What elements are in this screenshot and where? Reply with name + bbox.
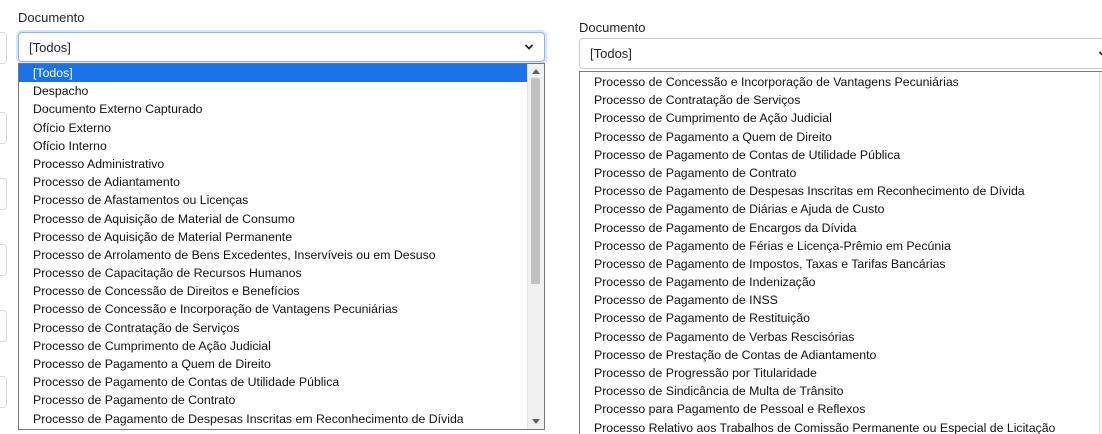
- option-item[interactable]: Processo Administrativo: [19, 155, 527, 173]
- option-item[interactable]: Processo de Progressão por Titularidade: [580, 364, 1095, 382]
- scroll-down-arrow-icon[interactable]: [532, 419, 540, 424]
- scroll-up-arrow-icon[interactable]: [532, 69, 540, 74]
- option-item[interactable]: [Todos]: [19, 64, 527, 83]
- scrollbar-thumb[interactable]: [531, 78, 540, 284]
- option-item[interactable]: Processo de Concessão de Direitos e Bene…: [19, 282, 527, 300]
- option-item[interactable]: Documento Externo Capturado: [19, 100, 527, 118]
- option-item[interactable]: Processo Relativo aos Trabalhos de Comis…: [580, 419, 1095, 434]
- option-item[interactable]: Processo de Pagamento de Contas de Utili…: [580, 146, 1095, 164]
- option-item[interactable]: Processo de Pagamento de INSS: [580, 291, 1095, 309]
- option-item[interactable]: Processo de Concessão e Incorporação de …: [580, 73, 1095, 91]
- option-item[interactable]: Processo de Aquisição de Material Perman…: [19, 228, 527, 246]
- option-item[interactable]: Processo de Pagamento de Impostos, Taxas…: [580, 255, 1095, 273]
- chevron-down-icon: [524, 44, 534, 50]
- option-item[interactable]: Despacho: [19, 82, 527, 100]
- document-label: Documento: [579, 20, 646, 35]
- listbox-scrollbar[interactable]: [527, 64, 544, 429]
- option-item[interactable]: Processo de Sindicância de Multa de Trân…: [580, 382, 1095, 400]
- option-item[interactable]: Processo de Pagamento de Encargos da Dív…: [580, 219, 1095, 237]
- option-item[interactable]: Processo de Contratação de Serviços: [580, 91, 1095, 109]
- chevron-down-icon: [1098, 50, 1102, 56]
- option-item[interactable]: Processo de Pagamento de Restituição: [580, 309, 1095, 327]
- option-item[interactable]: Processo de Cumprimento de Ação Judicial: [580, 109, 1095, 127]
- option-item[interactable]: Ofício Interno: [19, 137, 527, 155]
- option-item[interactable]: Processo de Pagamento de Verbas Rescisór…: [580, 328, 1095, 346]
- document-label: Documento: [18, 10, 85, 25]
- document-select-value: [Todos]: [29, 39, 71, 55]
- document-select[interactable]: [Todos]: [579, 38, 1102, 69]
- option-item[interactable]: Processo de Aquisição de Material de Con…: [19, 210, 527, 228]
- option-item[interactable]: Processo de Pagamento de Contrato: [19, 391, 527, 409]
- option-item[interactable]: Processo de Prestação de Contas de Adian…: [580, 346, 1095, 364]
- option-item[interactable]: Processo de Pagamento a Quem de Direito: [19, 355, 527, 373]
- right-document-filter: Documento [Todos] Processo de Concessão …: [560, 0, 1102, 434]
- option-item[interactable]: Processo de Pagamento de Despesas Inscri…: [580, 182, 1095, 200]
- document-select-value: [Todos]: [590, 46, 632, 61]
- option-item[interactable]: Processo de Pagamento de Diárias e Ajuda…: [580, 200, 1095, 218]
- option-item[interactable]: Ofício Externo: [19, 119, 527, 137]
- left-document-filter: Documento [Todos] [Todos] Despacho Documen…: [0, 0, 560, 434]
- option-item[interactable]: Processo de Pagamento a Quem de Direito: [580, 128, 1095, 146]
- document-options-listbox[interactable]: [Todos] Despacho Documento Externo Captura…: [18, 63, 545, 430]
- option-item[interactable]: Processo de Pagamento de Contrato: [580, 164, 1095, 182]
- option-item[interactable]: Processo de Pagamento de Contas de Utili…: [19, 373, 527, 391]
- option-item[interactable]: Processo para Pagamento de Pessoal e Ref…: [580, 400, 1095, 418]
- option-item[interactable]: Processo de Pagamento de Despesas Inscri…: [19, 410, 527, 428]
- option-item[interactable]: Processo de Arrolamento de Bens Excedent…: [19, 246, 527, 264]
- option-item[interactable]: Processo de Pagamento de Indenização: [580, 273, 1095, 291]
- option-item[interactable]: Processo de Adiantamento: [19, 173, 527, 191]
- option-item[interactable]: Processo de Capacitação de Recursos Huma…: [19, 264, 527, 282]
- option-item[interactable]: Processo de Afastamentos ou Licenças: [19, 191, 527, 209]
- document-select[interactable]: [Todos]: [18, 32, 545, 62]
- option-item[interactable]: Processo de Pagamento de Férias e Licenç…: [580, 237, 1095, 255]
- document-options-listbox[interactable]: Processo de Concessão e Incorporação de …: [579, 71, 1102, 434]
- option-item[interactable]: Processo de Contratação de Serviços: [19, 319, 527, 337]
- option-item[interactable]: Processo de Cumprimento de Ação Judicial: [19, 337, 527, 355]
- option-item[interactable]: Processo de Concessão e Incorporação de …: [19, 300, 527, 318]
